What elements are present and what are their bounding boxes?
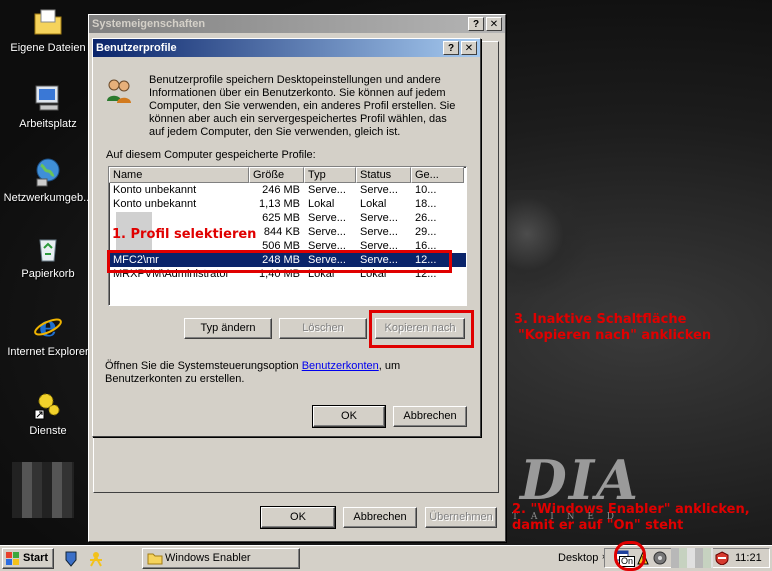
annotation-step1: 1. Profil selektieren — [112, 227, 257, 242]
profile-status-cell: Serve... — [360, 212, 398, 224]
profiles-ok-button[interactable]: OK — [312, 405, 386, 428]
system-properties-titlebar[interactable]: Systemeigenschaften ? ✕ — [89, 15, 505, 33]
desktop-icon-label: Internet Explorer — [7, 346, 89, 358]
taskbar: Start Windows Enabler Desktop › On 11:21 — [0, 545, 772, 571]
close-button[interactable]: ✕ — [486, 17, 502, 31]
profile-type-cell: Lokal — [308, 198, 335, 210]
dialog-title: Benutzerprofile — [96, 42, 177, 54]
desktop-icon-my-computer[interactable]: Arbeitsplatz — [0, 82, 96, 130]
profiles-description: Benutzerprofile speichern Desktopeinstel… — [149, 74, 456, 138]
user-profiles-titlebar[interactable]: Benutzerprofile ? ✕ — [93, 39, 480, 57]
profile-size-cell: 625 MB — [262, 212, 300, 224]
desktop-icon-label: Dienste — [29, 425, 67, 437]
wallpaper-ornament — [500, 190, 590, 300]
tray-clock[interactable]: 11:21 — [735, 552, 762, 564]
desktop-toolbar-label[interactable]: Desktop — [558, 552, 598, 564]
quicklaunch-shield-icon[interactable] — [64, 551, 78, 567]
internet-explorer-icon: e — [34, 310, 62, 342]
profile-ge-cell: 18... — [415, 198, 437, 210]
table-row[interactable]: Konto unbekannt 246 MB Serve... Serve... 10.… — [109, 183, 466, 197]
annotation-step2-line1: 2. "Windows Enabler" anklicken, — [512, 502, 750, 517]
profile-size-cell: 246 MB — [262, 184, 300, 196]
column-header-size[interactable]: Größe — [249, 167, 304, 183]
computer-icon — [35, 85, 59, 111]
profile-status-cell: Serve... — [360, 184, 398, 196]
footer-text-pre: Öffnen Sie die Systemsteuerungsoption — [105, 360, 302, 372]
profile-type-cell: Serve... — [308, 212, 346, 224]
sysprops-apply-button[interactable]: Übernehmen — [425, 507, 497, 528]
user-accounts-link[interactable]: Benutzerkonten — [302, 360, 379, 372]
highlight-enabler-tray-icon — [614, 541, 646, 571]
profile-status-cell: Serve... — [360, 226, 398, 238]
folder-icon — [147, 553, 163, 565]
help-button[interactable]: ? — [443, 41, 459, 55]
profiles-footer-text: Öffnen Sie die Systemsteuerungsoption Be… — [105, 360, 405, 386]
profile-type-cell: Serve... — [308, 226, 346, 238]
folder-icon — [34, 9, 62, 35]
blurred-tray-icons — [671, 548, 713, 568]
column-header-ge[interactable]: Ge... — [411, 167, 464, 183]
close-button[interactable]: ✕ — [461, 41, 477, 55]
profiles-cancel-button[interactable]: Abbrechen — [393, 406, 467, 427]
profile-ge-cell: 10... — [415, 184, 437, 196]
list-header: Name Größe Typ Status Ge... — [109, 167, 466, 183]
users-icon — [107, 79, 131, 103]
desktop-icon-my-documents[interactable]: Eigene Dateien — [0, 6, 96, 54]
desktop-icon-label: Papierkorb — [21, 268, 75, 280]
profile-status-cell: Lokal — [360, 198, 387, 210]
start-button[interactable]: Start — [2, 548, 54, 569]
desktop-icon-services[interactable]: Dienste — [0, 389, 96, 437]
taskbar-button-label: Windows Enabler — [165, 552, 251, 564]
profile-type-cell: Serve... — [308, 184, 346, 196]
profile-size-cell: 844 KB — [263, 226, 300, 238]
annotation-step3-line1: 3. Inaktive Schaltfläche — [514, 312, 687, 327]
network-globe-icon — [36, 158, 60, 187]
gears-shortcut-icon — [34, 393, 60, 420]
blurred-desktop-icon — [12, 462, 74, 518]
column-header-name[interactable]: Name — [109, 167, 249, 183]
windows-logo-icon — [6, 552, 19, 565]
change-type-button[interactable]: Typ ändern — [184, 318, 272, 339]
help-button[interactable]: ? — [468, 17, 484, 31]
table-row[interactable]: Konto unbekannt 1,13 MB Lokal Lokal 18... — [109, 197, 466, 211]
desktop-icon-recycle-bin[interactable]: Papierkorb — [0, 232, 96, 280]
desktop-icon-label: Eigene Dateien — [10, 42, 86, 54]
desktop-icon-label: Netzwerkumgeb... — [3, 192, 93, 204]
sysprops-ok-button[interactable]: OK — [260, 506, 336, 529]
profile-name-cell: Konto unbekannt — [113, 184, 197, 196]
profile-ge-cell: 26... — [415, 212, 437, 224]
security-center-tray-icon[interactable] — [715, 551, 729, 565]
desktop-icon-network[interactable]: Netzwerkumgeb... — [0, 156, 96, 204]
highlight-selected-profile — [107, 250, 452, 273]
profiles-list-label: Auf diesem Computer gespeicherte Profile… — [106, 149, 316, 161]
desktop-icon-internet-explorer[interactable]: e Internet Explorer — [0, 310, 96, 358]
taskbar-button-windows-enabler[interactable]: Windows Enabler — [142, 548, 300, 569]
profile-size-cell: 1,13 MB — [259, 198, 300, 210]
profile-name-cell: Konto unbekannt — [113, 198, 197, 210]
quicklaunch-figure-icon[interactable] — [88, 551, 104, 567]
profile-ge-cell: 29... — [415, 226, 437, 238]
table-row[interactable]: 625 MB Serve... Serve... 26... — [109, 211, 466, 225]
disc-tray-icon[interactable] — [653, 551, 667, 565]
column-header-type[interactable]: Typ — [304, 167, 356, 183]
recycle-bin-icon — [39, 239, 57, 262]
svg-text:e: e — [39, 310, 57, 342]
delete-button[interactable]: Löschen — [279, 318, 367, 339]
annotation-step2-line2: damit er auf "On" steht — [512, 518, 684, 533]
start-label: Start — [23, 552, 49, 564]
column-header-status[interactable]: Status — [356, 167, 411, 183]
annotation-step3-line2: "Kopieren nach" anklicken — [518, 328, 712, 343]
desktop-icon-label: Arbeitsplatz — [19, 118, 77, 130]
highlight-copy-to-button — [369, 310, 474, 348]
sysprops-cancel-button[interactable]: Abbrechen — [343, 507, 417, 528]
window-title: Systemeigenschaften — [92, 18, 206, 30]
